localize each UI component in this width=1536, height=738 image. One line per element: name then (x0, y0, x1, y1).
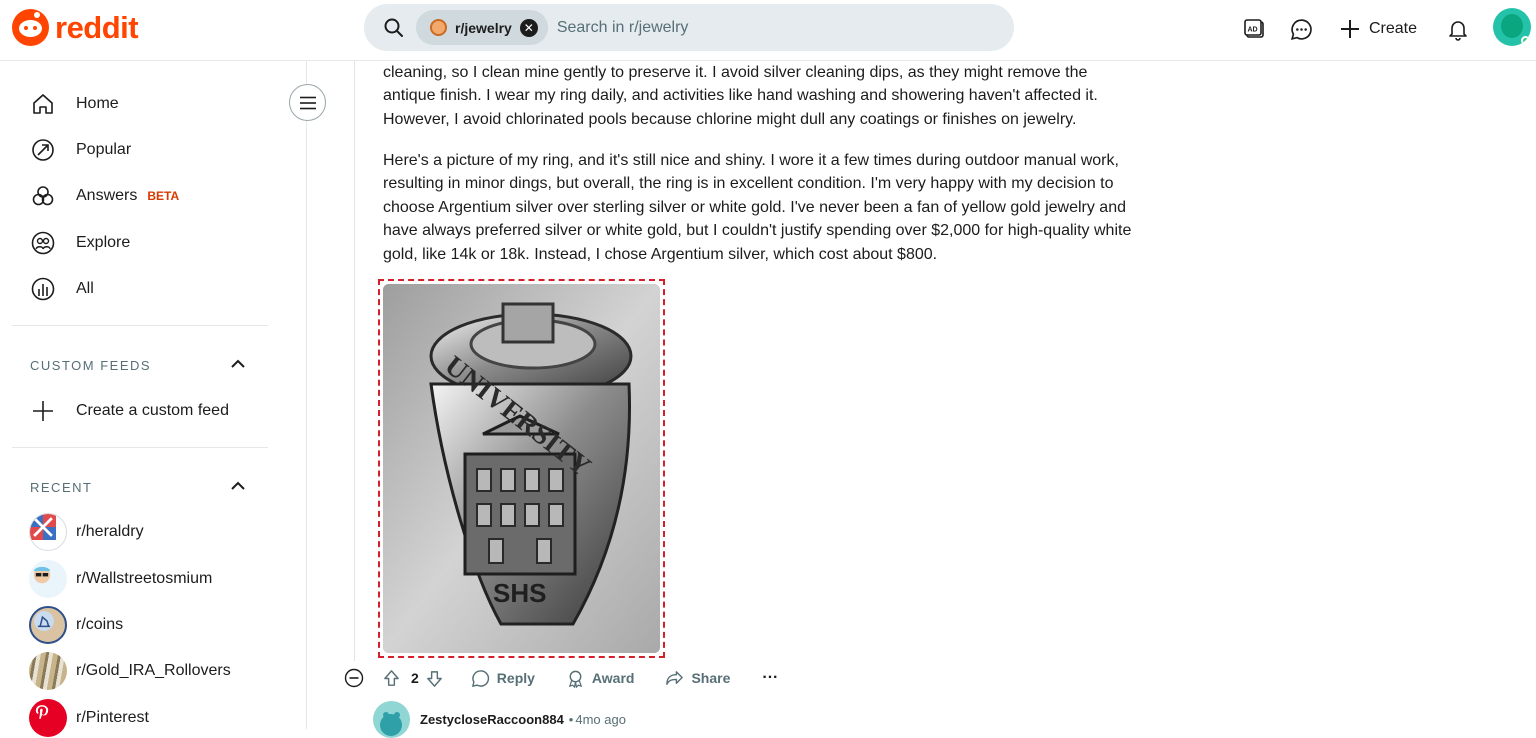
sidebar-item-gold-ira-rollovers[interactable]: r/Gold_IRA_Rollovers (29, 652, 231, 690)
upvote-icon (384, 669, 399, 686)
vote-count: 2 (411, 670, 419, 686)
comment-icon (471, 669, 489, 687)
divider (12, 325, 268, 326)
sidebar-item-label: r/Gold_IRA_Rollovers (76, 662, 231, 679)
recent-header[interactable]: RECENT (30, 480, 92, 495)
divider (12, 447, 268, 448)
share-label: Share (691, 670, 731, 686)
explore-icon (31, 231, 55, 255)
search-icon (384, 18, 403, 37)
notifications-button[interactable] (1443, 12, 1473, 46)
logo-text: reddit (55, 9, 139, 45)
reply-timestamp: 4mo ago (575, 712, 626, 727)
search-input[interactable]: Search in r/jewelry (557, 19, 689, 37)
award-button[interactable]: Award (566, 669, 635, 688)
pinterest-subreddit-icon (29, 699, 67, 737)
sidebar-item-popular[interactable]: Popular (30, 135, 131, 165)
chevron-up-icon[interactable] (229, 477, 247, 495)
ring-image: UNIVERSITY SHS (383, 284, 660, 653)
coins-subreddit-icon (29, 606, 67, 644)
share-button[interactable]: Share (665, 669, 730, 688)
search-chip-label: r/jewelry (455, 19, 512, 36)
popular-icon (32, 139, 54, 161)
more-options-button[interactable]: ··· (762, 669, 778, 687)
collapse-comment-icon[interactable] (343, 667, 365, 689)
reply-button[interactable]: Reply (471, 669, 535, 688)
user-avatar[interactable] (1493, 8, 1531, 46)
reply-author-name[interactable]: ZestycloseRaccoon884 (420, 712, 564, 727)
home-icon (33, 94, 53, 114)
downvote-icon (426, 670, 442, 687)
upvote-button[interactable] (382, 669, 401, 688)
award-icon (568, 670, 583, 688)
reply-header: ZestycloseRaccoon884 • 4mo ago (373, 701, 626, 738)
award-label: Award (591, 670, 635, 686)
ring-photo[interactable]: UNIVERSITY SHS (378, 279, 665, 658)
ring-engraving-bottom: SHS (493, 578, 546, 608)
ad-icon: AD (1244, 19, 1264, 38)
beta-badge: BETA (147, 189, 180, 203)
chat-icon (1290, 18, 1312, 40)
sidebar-item-coins[interactable]: r/coins (29, 606, 123, 644)
reply-label: Reply (496, 670, 535, 686)
top-header: reddit r/jewelry ✕ Search in r/jewelry A… (0, 0, 1536, 61)
chat-button[interactable] (1286, 12, 1316, 46)
sidebar-item-explore[interactable]: Explore (30, 228, 130, 258)
left-sidebar: Home Popular Answers BETA Explore All CU… (0, 61, 307, 737)
advertise-button[interactable]: AD (1240, 12, 1270, 46)
sidebar-item-wallstreetosmium[interactable]: r/Wallstreetosmium (29, 560, 212, 598)
subreddit-icon (430, 19, 447, 36)
all-icon (31, 277, 55, 301)
create-custom-feed[interactable]: Create a custom feed (30, 396, 229, 426)
reddit-snoo-icon (12, 9, 49, 46)
heraldry-subreddit-icon (29, 513, 67, 551)
reddit-logo[interactable]: reddit (12, 9, 139, 46)
wallstreetosmium-subreddit-icon (29, 560, 67, 598)
close-icon[interactable]: ✕ (519, 18, 538, 37)
online-status-icon (1521, 36, 1530, 45)
create-button[interactable]: Create (1336, 12, 1420, 46)
share-icon (666, 670, 684, 685)
bell-icon (1449, 21, 1467, 41)
sidebar-item-label: r/heraldry (76, 523, 144, 540)
sidebar-item-label: Answers (76, 187, 138, 204)
create-feed-label: Create a custom feed (76, 402, 229, 419)
comment-action-bar: 2 Reply Award Share ··· (343, 664, 778, 692)
sidebar-item-pinterest[interactable]: r/Pinterest (29, 699, 149, 737)
gold-ira-subreddit-icon (29, 652, 67, 690)
sidebar-item-label: All (76, 280, 94, 297)
sidebar-item-label: Home (76, 95, 119, 112)
sidebar-item-answers[interactable]: Answers BETA (30, 181, 179, 211)
sidebar-item-all[interactable]: All (30, 274, 94, 304)
sidebar-item-label: Explore (76, 234, 131, 251)
reply-author-avatar[interactable] (373, 701, 410, 738)
menu-icon (299, 96, 316, 109)
sidebar-item-label: r/Pinterest (76, 709, 149, 726)
plus-icon (1340, 20, 1359, 38)
comment-paragraph: Here's a picture of my ring, and it's st… (383, 152, 1132, 263)
svg-text:AD: AD (1248, 27, 1258, 34)
sidebar-item-label: Popular (76, 141, 132, 158)
search-bar[interactable]: r/jewelry ✕ Search in r/jewelry (364, 4, 1014, 51)
collapse-sidebar-button[interactable] (289, 84, 326, 121)
answers-icon (32, 186, 54, 206)
plus-icon (33, 401, 53, 421)
sidebar-item-label: r/coins (76, 616, 124, 633)
chevron-up-icon[interactable] (229, 355, 247, 373)
thread-line[interactable] (354, 61, 355, 661)
downvote-button[interactable] (425, 669, 444, 688)
create-label: Create (1368, 20, 1418, 37)
sidebar-item-label: r/Wallstreetosmium (76, 570, 213, 587)
reply-separator: • (568, 712, 574, 727)
subreddit-search-chip[interactable]: r/jewelry ✕ (416, 10, 548, 45)
custom-feeds-header[interactable]: CUSTOM FEEDS (30, 358, 151, 373)
comment-paragraph: cleaning, so I clean mine gently to pres… (383, 64, 1098, 128)
sidebar-item-heraldry[interactable]: r/heraldry (29, 513, 144, 551)
sidebar-item-home[interactable]: Home (30, 89, 119, 119)
